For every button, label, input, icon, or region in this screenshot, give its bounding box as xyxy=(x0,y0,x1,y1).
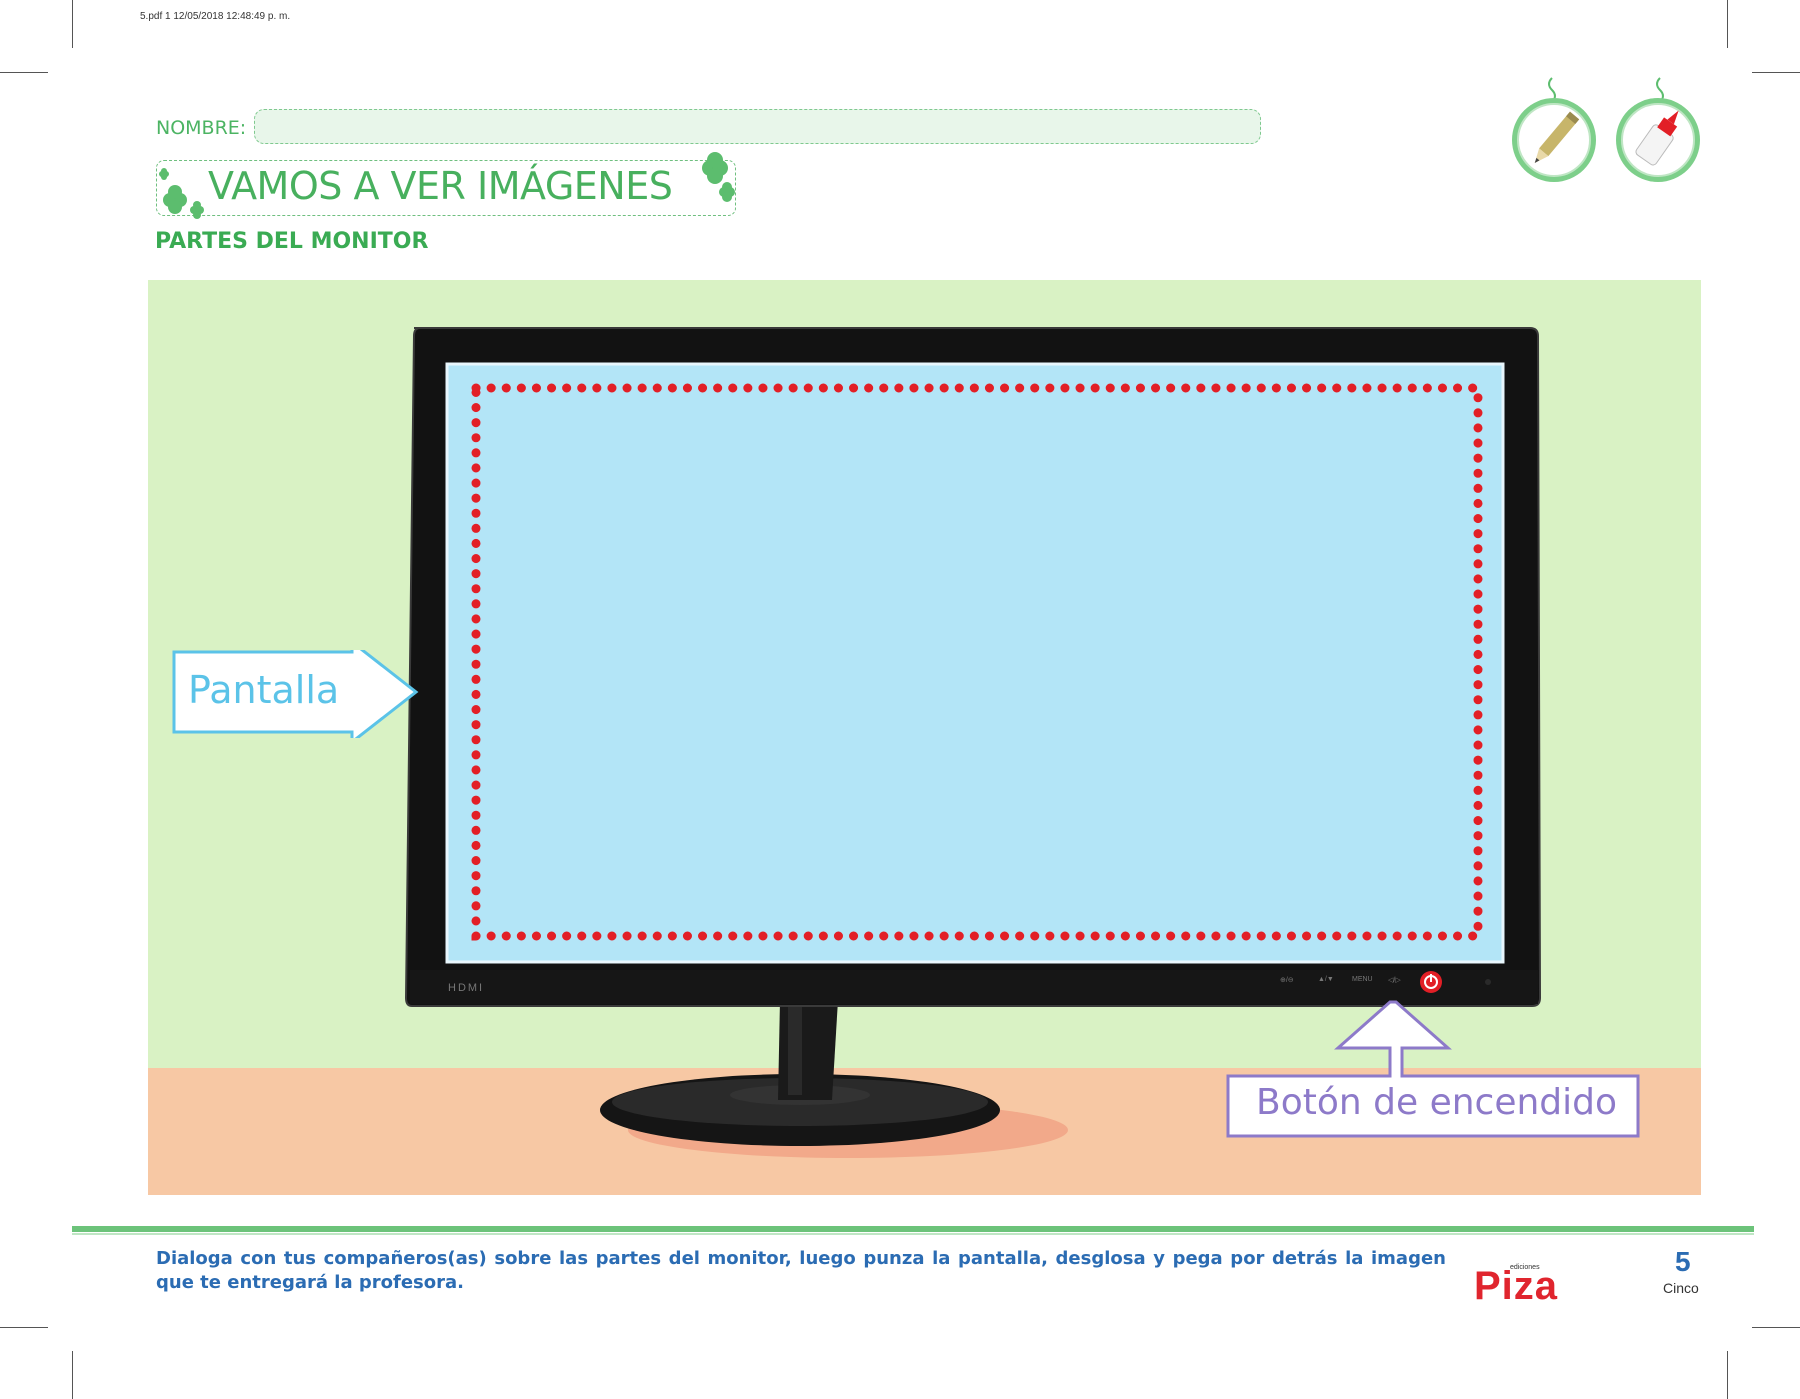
crop-mark xyxy=(0,72,48,73)
name-label: NOMBRE: xyxy=(156,117,247,139)
monitor-button-4: ◁/▷ xyxy=(1388,977,1401,984)
glue-icon xyxy=(1616,77,1700,182)
label-boton-encendido: Botón de encendido xyxy=(1256,1082,1618,1123)
page-subtitle: PARTES DEL MONITOR xyxy=(155,229,429,254)
clover-decoration-left xyxy=(159,168,204,219)
hdmi-mark: HDMI xyxy=(448,982,485,994)
monitor-button-1: ⊕/⊖ xyxy=(1280,977,1294,984)
crop-mark xyxy=(1752,1327,1800,1328)
publisher-logo: Piza xyxy=(1474,1264,1559,1308)
crop-mark xyxy=(1727,0,1728,48)
name-field[interactable] xyxy=(254,109,1261,144)
page-number-word: Cinco xyxy=(1663,1280,1699,1296)
label-pantalla: Pantalla xyxy=(188,668,340,712)
crop-mark xyxy=(1727,1351,1728,1399)
footer-divider xyxy=(72,1226,1754,1232)
instruction-text: Dialoga con tus compañeros(as) sobre las… xyxy=(156,1248,1446,1293)
clover-decoration-right xyxy=(702,152,735,202)
crop-mark xyxy=(1752,72,1800,73)
crop-mark xyxy=(72,0,73,48)
crop-mark xyxy=(0,1327,48,1328)
page-title: VAMOS A VER IMÁGENES xyxy=(208,164,673,208)
monitor-neck xyxy=(778,1000,838,1100)
monitor-button-3: MENU xyxy=(1352,976,1373,983)
footer-divider-light xyxy=(72,1233,1754,1235)
pantalla-arrow-head xyxy=(350,654,422,736)
print-info: 5.pdf 1 12/05/2018 12:48:49 p. m. xyxy=(140,11,291,22)
monitor-screen xyxy=(445,362,1505,964)
page-number: 5 xyxy=(1675,1246,1691,1277)
pencil-icon xyxy=(1512,77,1596,182)
monitor-button-2: ▲/▼ xyxy=(1318,976,1334,983)
crop-mark xyxy=(72,1351,73,1399)
